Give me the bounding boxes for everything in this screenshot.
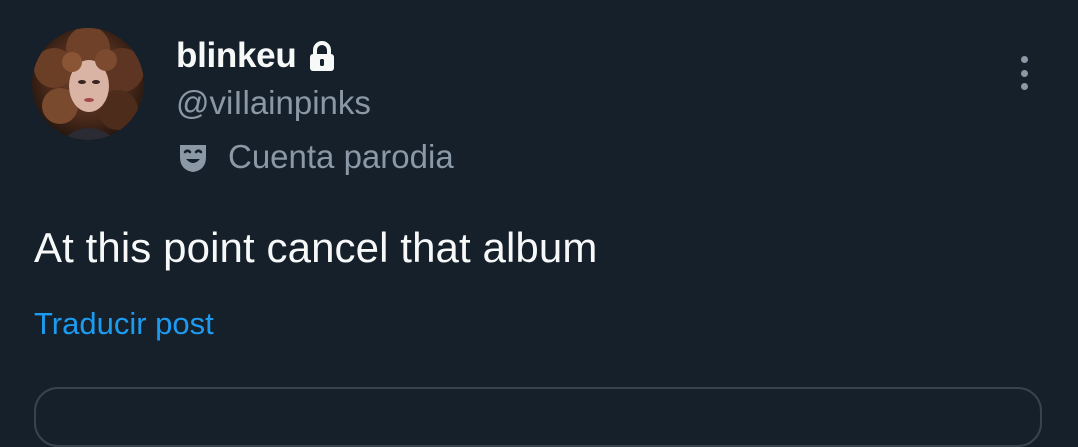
lock-icon <box>308 41 336 73</box>
avatar-image <box>32 28 144 140</box>
author-name-row: blinkeu <box>176 34 336 78</box>
avatar[interactable] <box>32 28 144 140</box>
post: blinkeu @viIlainpinks Cuenta parodia At … <box>0 0 1078 447</box>
parody-label-text: Cuenta parodia <box>228 138 454 175</box>
translate-post-link[interactable]: Traducir post <box>34 306 214 342</box>
more-vertical-icon <box>1020 83 1028 90</box>
parody-account-label: Cuenta parodia <box>176 138 454 176</box>
more-vertical-icon <box>1020 69 1028 77</box>
more-vertical-icon <box>1020 56 1028 63</box>
author-display-name[interactable]: blinkeu <box>176 36 297 76</box>
theater-mask-icon <box>176 140 210 174</box>
quoted-post-card[interactable] <box>34 387 1042 447</box>
author-handle[interactable]: @viIlainpinks <box>176 84 371 122</box>
post-text: At this point cancel that album <box>34 224 598 271</box>
more-options-button[interactable] <box>1006 50 1042 96</box>
